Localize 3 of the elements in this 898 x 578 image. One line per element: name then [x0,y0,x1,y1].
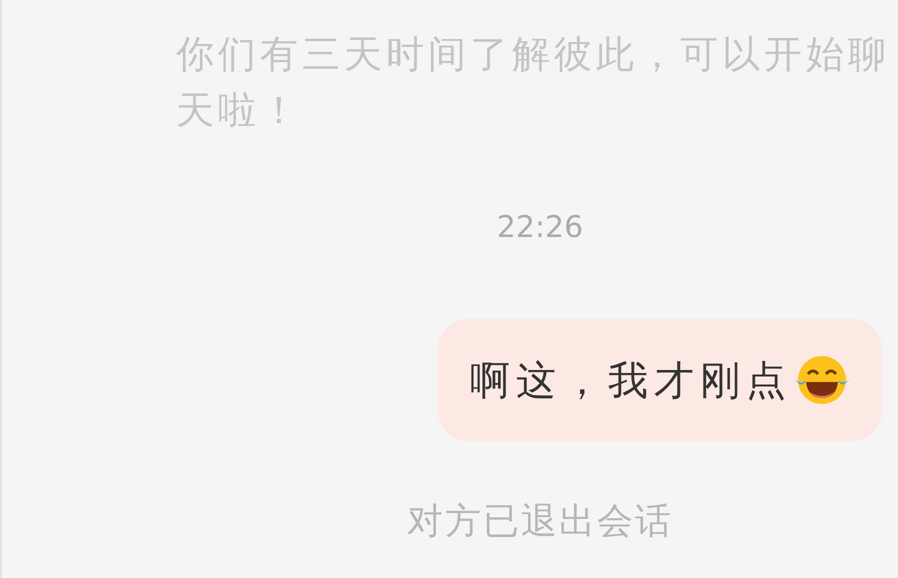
message-text: 啊这，我才刚点 [470,356,792,406]
timestamp: 22:26 [496,210,584,245]
status-notice: 对方已退出会话 [406,500,674,544]
